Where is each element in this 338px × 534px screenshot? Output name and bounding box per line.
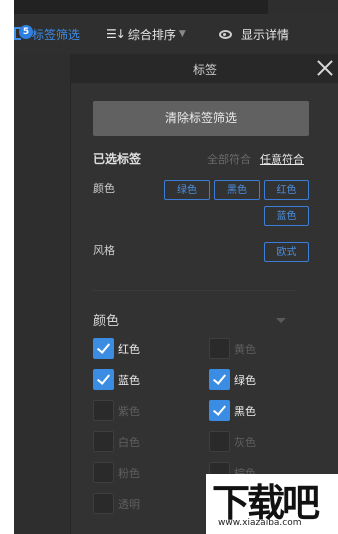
color-checkbox[interactable] bbox=[93, 338, 114, 359]
toolbar: 5 标签筛选 ☰↓ 综合排序 ▼ 显示详情 bbox=[14, 14, 338, 54]
match-all-option[interactable]: 全部符合 bbox=[207, 151, 251, 167]
panel-header: 标签 bbox=[71, 54, 338, 83]
clear-tags-button[interactable]: 清除标签筛选 bbox=[93, 101, 309, 136]
sort-dropdown[interactable]: ☰↓ 综合排序 ▼ bbox=[106, 24, 186, 44]
color-option-label: 黄色 bbox=[234, 343, 256, 356]
color-checkbox[interactable] bbox=[93, 493, 114, 514]
panel-title: 标签 bbox=[192, 63, 217, 77]
match-any-option[interactable]: 任意符合 bbox=[260, 151, 304, 167]
sort-label: 综合排序 bbox=[127, 27, 176, 42]
selected-tag-chip[interactable]: 欧式 bbox=[264, 242, 309, 262]
chevron-down-icon: ▼ bbox=[178, 29, 186, 39]
color-checkbox[interactable] bbox=[209, 369, 230, 390]
content-area bbox=[14, 54, 70, 534]
selected-tag-chip[interactable]: 黑色 bbox=[214, 180, 260, 200]
color-checkbox[interactable] bbox=[93, 369, 114, 390]
color-checkbox[interactable] bbox=[93, 431, 114, 452]
color-option-label: 黑色 bbox=[234, 405, 256, 418]
chevron-down-icon[interactable] bbox=[276, 318, 286, 323]
color-option-label: 紫色 bbox=[118, 405, 140, 418]
selected-row-label: 颜色 bbox=[93, 182, 115, 195]
color-option-label: 白色 bbox=[118, 436, 140, 449]
watermark-url: www.xiazaiba.com bbox=[218, 518, 302, 528]
color-option-label: 灰色 bbox=[234, 436, 256, 449]
sort-descending-icon: ☰↓ bbox=[106, 27, 126, 41]
color-option-label: 红色 bbox=[118, 343, 140, 356]
tag-panel: 标签 清除标签筛选 已选标签 全部符合 任意符合 颜色 绿色 黑色 红色 蓝色 … bbox=[70, 54, 338, 534]
selected-tag-chip[interactable]: 蓝色 bbox=[264, 206, 309, 226]
color-checkbox[interactable] bbox=[209, 431, 230, 452]
show-details-label: 显示详情 bbox=[241, 27, 290, 42]
color-section-title: 颜色 bbox=[93, 314, 120, 329]
tag-filter-label: 标签筛选 bbox=[32, 27, 81, 42]
tag-filter-button[interactable]: 5 标签筛选 bbox=[14, 24, 80, 44]
color-checkbox[interactable] bbox=[209, 338, 230, 359]
color-checkbox[interactable] bbox=[93, 462, 114, 483]
color-option-label: 粉色 bbox=[118, 467, 140, 480]
color-option-label: 绿色 bbox=[234, 374, 256, 387]
app-window: 5 标签筛选 ☰↓ 综合排序 ▼ 显示详情 标签 清除标签筛选 已选标签 全部符… bbox=[14, 0, 338, 534]
selected-row-label: 风格 bbox=[93, 244, 115, 257]
show-details-button[interactable]: 显示详情 bbox=[219, 24, 289, 44]
divider bbox=[93, 290, 295, 291]
selected-tags-title: 已选标签 bbox=[93, 152, 142, 166]
eye-icon bbox=[219, 29, 232, 39]
close-icon[interactable] bbox=[313, 56, 337, 80]
color-checkbox[interactable] bbox=[209, 400, 230, 421]
filter-count-badge: 5 bbox=[19, 25, 33, 39]
color-option-label: 透明 bbox=[118, 498, 140, 511]
color-option-label: 蓝色 bbox=[118, 374, 140, 387]
watermark-logo: 下载吧 www.xiazaiba.com bbox=[206, 474, 338, 534]
selected-tag-chip[interactable]: 红色 bbox=[264, 180, 309, 200]
selected-tag-chip[interactable]: 绿色 bbox=[164, 180, 210, 200]
tag-filter-icon: 5 bbox=[14, 25, 33, 43]
color-checkbox[interactable] bbox=[93, 400, 114, 421]
title-strip bbox=[14, 0, 268, 14]
